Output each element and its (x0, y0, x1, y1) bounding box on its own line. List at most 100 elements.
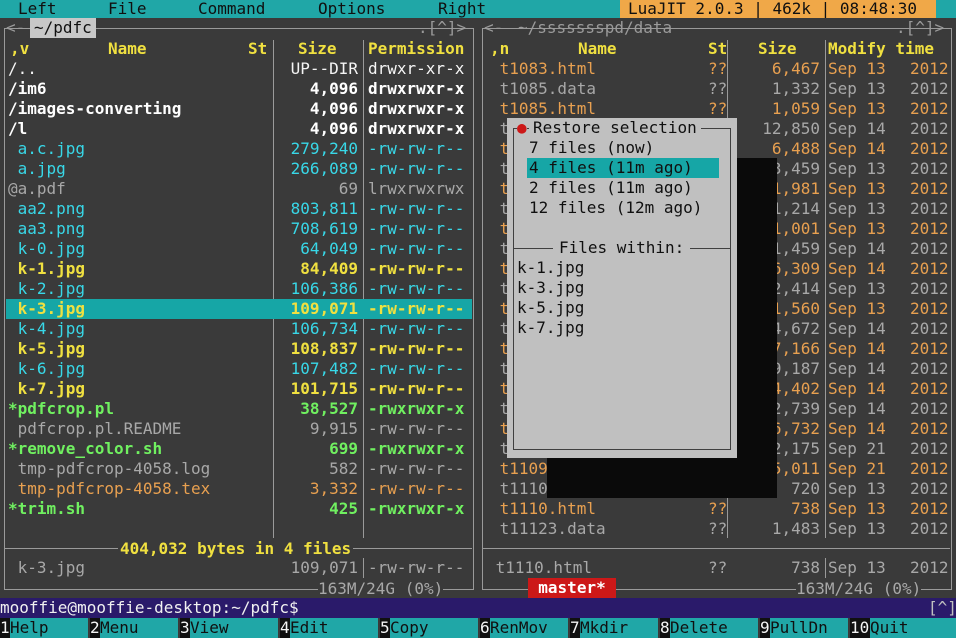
file-permission: -rw-rw-r-- (368, 379, 465, 398)
file-size: 38,527 (300, 399, 358, 418)
fkey-help-button[interactable]: Help (10, 618, 88, 638)
file-size: 1,483 (771, 519, 820, 538)
file-permission: -rw-rw-r-- (368, 159, 465, 178)
file-permission: -rw-rw-r-- (368, 359, 465, 378)
col-header-modify-time[interactable]: Modify time (828, 39, 934, 59)
file-size: 279,240 (290, 139, 358, 158)
file-size: 108,837 (290, 339, 358, 358)
file-within-item: k-3.jpg (517, 278, 585, 297)
selection-option[interactable]: 7 files (now) (529, 138, 654, 158)
restore-selection-dialog[interactable]: ● Restore selection 7 files (now) 4 files… (507, 118, 737, 458)
fkey-renmov-button[interactable]: RenMov (490, 618, 568, 638)
file-permission: -rw-rw-r-- (368, 259, 465, 278)
selection-option[interactable]: 2 files (11m ago) (529, 178, 693, 198)
col-header-name-right[interactable]: Name (578, 39, 617, 59)
sort-indicator[interactable]: ,v (10, 39, 29, 59)
col-header-st[interactable]: St (248, 39, 267, 59)
file-permission: -rw-rw-r-- (368, 299, 465, 318)
mini-status-perm: -rw-rw-r-- (368, 558, 465, 577)
right-corner-arrow: <- (484, 18, 504, 37)
file-year: 2012 (910, 419, 949, 438)
fkey-quit-button[interactable]: Quit (870, 618, 956, 638)
file-date: Sep 13 (828, 59, 886, 78)
col-header-size[interactable]: Size (298, 39, 337, 59)
file-size: 106,386 (290, 279, 358, 298)
menu-right[interactable]: Right (438, 0, 486, 19)
file-status: ?? (708, 79, 728, 98)
file-name: t1110.html (490, 499, 596, 518)
file-size: 425 (329, 499, 358, 518)
file-name: *trim.sh (8, 499, 86, 518)
fkey-view-button[interactable]: View (190, 618, 278, 638)
menu-options[interactable]: Options (318, 0, 385, 19)
selection-option[interactable]: 4 files (11m ago) (529, 158, 693, 178)
file-year: 2012 (910, 379, 949, 398)
status-text: LuaJIT 2.0.3 | 462k | 08:48:30 (628, 0, 917, 18)
sort-indicator-right[interactable]: ,n (490, 39, 509, 59)
file-year: 2012 (910, 519, 949, 538)
file-name: tmp-pdfcrop-4058.tex (8, 479, 211, 498)
right-disk-usage: 163M/24G (0%) (796, 579, 922, 599)
file-year: 2012 (910, 399, 949, 418)
file-permission: lrwxrwxrwx (368, 179, 465, 198)
file-permission: -rwxrwxr-x (368, 499, 465, 518)
file-name: *pdfcrop.pl (8, 399, 114, 418)
file-year: 2012 (910, 359, 949, 378)
fkey-copy-button[interactable]: Copy (390, 618, 478, 638)
file-date: Sep 14 (828, 399, 886, 418)
file-year: 2012 (910, 99, 949, 118)
menu-left[interactable]: Left (18, 0, 57, 19)
col-header-size-right[interactable]: Size (758, 39, 797, 59)
file-name: /l (8, 119, 28, 138)
col-header-permission[interactable]: Permission (368, 39, 464, 59)
file-date: Sep 13 (828, 479, 886, 498)
file-size: 69 (338, 179, 358, 198)
command-history-button[interactable]: [^] (928, 598, 956, 618)
file-date: Sep 14 (828, 119, 886, 138)
fkey-menu-button[interactable]: Menu (100, 618, 178, 638)
mini-status-size: 109,071 (290, 558, 358, 577)
file-size: 101,715 (290, 379, 358, 398)
left-corner-controls[interactable]: .[^]> (418, 18, 466, 38)
right-corner-controls[interactable]: .[^]> (896, 18, 944, 38)
col-header-name[interactable]: Name (108, 39, 147, 59)
file-status: ?? (708, 499, 728, 518)
left-disk-usage: 163M/24G (0%) (318, 579, 444, 599)
file-name: k-1.jpg (8, 259, 86, 278)
file-date: Sep 13 (828, 519, 886, 538)
file-year: 2012 (910, 179, 949, 198)
fkey-mkdir-button[interactable]: Mkdir (580, 618, 658, 638)
fkey-pulldn-button[interactable]: PullDn (770, 618, 848, 638)
file-date: Sep 14 (828, 379, 886, 398)
file-size: UP--DIR (290, 59, 358, 78)
file-permission: -rw-rw-r-- (368, 339, 465, 358)
file-permission: -rwxrwxr-x (368, 399, 465, 418)
file-permission: -rw-rw-r-- (368, 279, 465, 298)
fkey-number: 4 (280, 618, 290, 638)
right-path[interactable]: ~/ssssssspd/data (518, 18, 672, 38)
left-path[interactable]: ~/pdfc (30, 18, 96, 38)
dialog-close-icon[interactable]: ● (517, 118, 527, 138)
fkey-edit-button[interactable]: Edit (290, 618, 378, 638)
left-panel[interactable]: <- ~/pdfc .[^]> ,v Name St Size Permissi… (0, 18, 478, 599)
fkey-delete-button[interactable]: Delete (670, 618, 758, 638)
mini-status-st-right: ?? (708, 558, 728, 577)
file-year: 2012 (910, 439, 949, 458)
file-size: 1,332 (771, 79, 820, 98)
file-size: 1,059 (771, 99, 820, 118)
file-permission: -rw-rw-r-- (368, 139, 465, 158)
file-size: 84,409 (300, 259, 358, 278)
file-date: Sep 14 (828, 239, 886, 258)
file-size: 6,467 (771, 59, 820, 78)
file-permission: -rw-rw-r-- (368, 419, 465, 438)
menu-command[interactable]: Command (198, 0, 265, 19)
file-permission: drwxr-xr-x (368, 59, 465, 78)
selection-option[interactable]: 12 files (12m ago) (529, 198, 702, 218)
file-name: k-0.jpg (8, 239, 86, 258)
col-header-st-right[interactable]: St (708, 39, 727, 59)
menu-file[interactable]: File (108, 0, 147, 19)
mini-status-name: k-3.jpg (8, 558, 86, 577)
files-within-title: Files within: (553, 238, 691, 258)
command-line[interactable]: mooffie@mooffie-desktop:~/pdfc$ [^] (0, 598, 956, 618)
file-size: 699 (329, 439, 358, 458)
